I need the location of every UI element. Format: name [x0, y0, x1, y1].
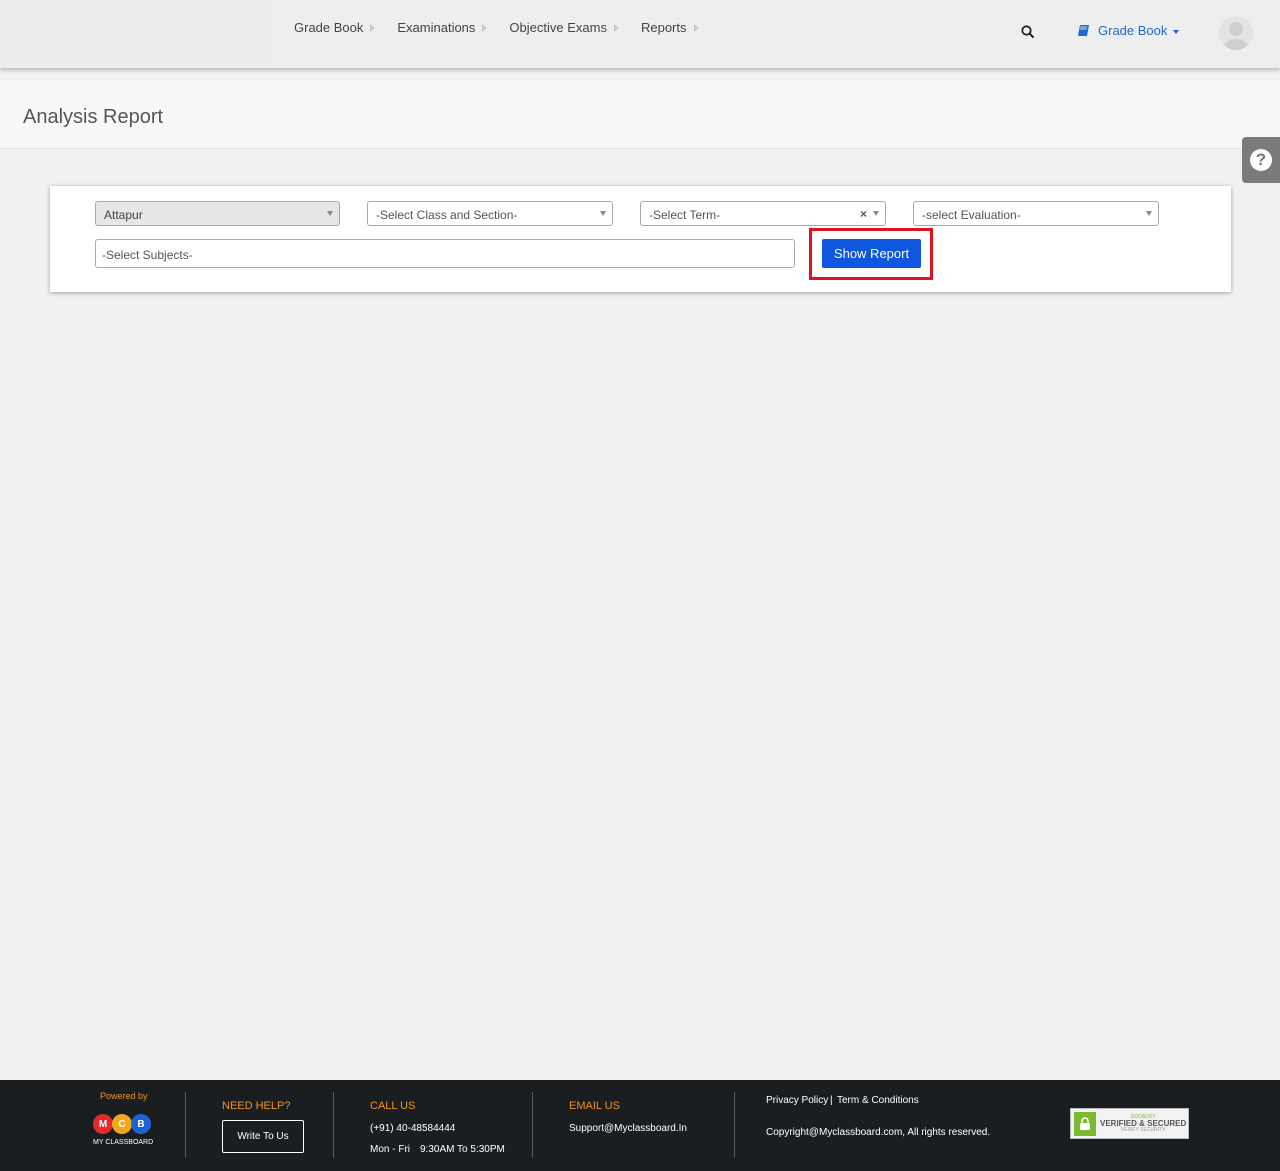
subjects-multiselect[interactable]: -Select Subjects-: [95, 239, 795, 268]
branch-select-value: Attapur: [104, 208, 143, 222]
book-icon: [1078, 25, 1089, 36]
module-dropdown[interactable]: Grade Book: [1077, 23, 1180, 38]
badge-subtitle: VERIFY SECURITY: [1120, 1126, 1166, 1133]
class-section-select[interactable]: -Select Class and Section-: [367, 201, 613, 226]
term-select-value: -Select Term-: [649, 208, 721, 222]
evaluation-select-value: -select Evaluation-: [922, 208, 1021, 222]
logo-letter-b: B: [131, 1114, 151, 1134]
email-us-heading: EMAIL US: [569, 1100, 620, 1112]
page-title: Analysis Report: [23, 106, 164, 128]
top-navbar: Grade Book Examinations Objective Exams …: [0, 0, 1280, 68]
copyright-text: Copyright@Myclassboard.com, All rights r…: [766, 1127, 991, 1138]
chevron-down-icon: [600, 211, 606, 216]
search-icon[interactable]: [1020, 24, 1036, 40]
nav-item-grade-book[interactable]: Grade Book: [294, 20, 376, 35]
hours-days: Mon - Fri: [370, 1144, 410, 1155]
chevron-down-icon: [873, 211, 879, 216]
nav-item-reports[interactable]: Reports: [641, 20, 699, 35]
lock-icon: [1074, 1111, 1096, 1136]
footer-divider: [734, 1092, 735, 1158]
help-button[interactable]: ?: [1242, 137, 1280, 183]
user-avatar-icon[interactable]: [1219, 16, 1253, 50]
security-badge[interactable]: GODADDY VERIFIED & SECURED VERIFY SECURI…: [1070, 1108, 1189, 1139]
nav-item-label: Grade Book: [294, 20, 364, 35]
term-select[interactable]: -Select Term- ×: [640, 201, 886, 226]
clear-icon[interactable]: ×: [860, 207, 867, 221]
nav-item-label: Examinations: [397, 20, 476, 35]
module-label: Grade Book: [1098, 23, 1168, 38]
footer-divider: [532, 1092, 533, 1158]
caret-right-icon: [693, 23, 699, 32]
user-silhouette-icon: [1223, 22, 1249, 50]
logo-letter-m: M: [93, 1114, 113, 1134]
caret-right-icon: [613, 23, 619, 32]
caret-right-icon: [482, 23, 488, 32]
chevron-down-icon: [1146, 211, 1152, 216]
class-section-select-value: -Select Class and Section-: [376, 208, 518, 222]
nav-item-objective-exams[interactable]: Objective Exams: [509, 20, 619, 35]
logo-area: [0, 0, 276, 68]
footer-divider: [185, 1092, 186, 1158]
need-help-heading: NEED HELP?: [222, 1100, 291, 1112]
privacy-policy-link[interactable]: Privacy Policy: [766, 1095, 828, 1106]
logo-name: MY CLASSBOARD: [93, 1139, 154, 1146]
write-to-us-button[interactable]: Write To Us: [222, 1120, 304, 1153]
nav-item-label: Objective Exams: [509, 20, 607, 35]
powered-by-label: Powered by: [100, 1091, 148, 1101]
footer: Powered by M C B MY CLASSBOARD NEED HELP…: [0, 1080, 1280, 1171]
mcb-logo: M C B: [93, 1114, 151, 1134]
evaluation-select[interactable]: -select Evaluation-: [913, 201, 1159, 226]
hours-time: 9:30AM To 5:30PM: [420, 1144, 505, 1155]
help-icon: ?: [1250, 149, 1272, 171]
branch-select[interactable]: Attapur: [95, 201, 340, 226]
support-email-link[interactable]: Support@Myclassboard.In: [569, 1123, 687, 1134]
nav-item-label: Reports: [640, 20, 687, 35]
filter-card: Attapur -Select Class and Section- -Sele…: [50, 186, 1231, 292]
chevron-down-icon: [327, 211, 333, 216]
page-header: Analysis Report: [0, 80, 1280, 149]
link-separator: |: [830, 1095, 833, 1106]
call-us-heading: CALL US: [370, 1100, 416, 1112]
chevron-down-icon: [1173, 29, 1180, 34]
terms-link[interactable]: Term & Conditions: [837, 1095, 919, 1106]
logo-letter-c: C: [112, 1114, 132, 1134]
subjects-placeholder: -Select Subjects-: [102, 248, 193, 262]
show-report-button[interactable]: Show Report: [822, 239, 921, 268]
footer-divider: [333, 1092, 334, 1158]
caret-right-icon: [370, 23, 376, 32]
phone-number: (+91) 40-48584444: [370, 1123, 456, 1134]
main-nav: Grade Book Examinations Objective Exams …: [294, 20, 721, 35]
nav-item-examinations[interactable]: Examinations: [397, 20, 488, 35]
